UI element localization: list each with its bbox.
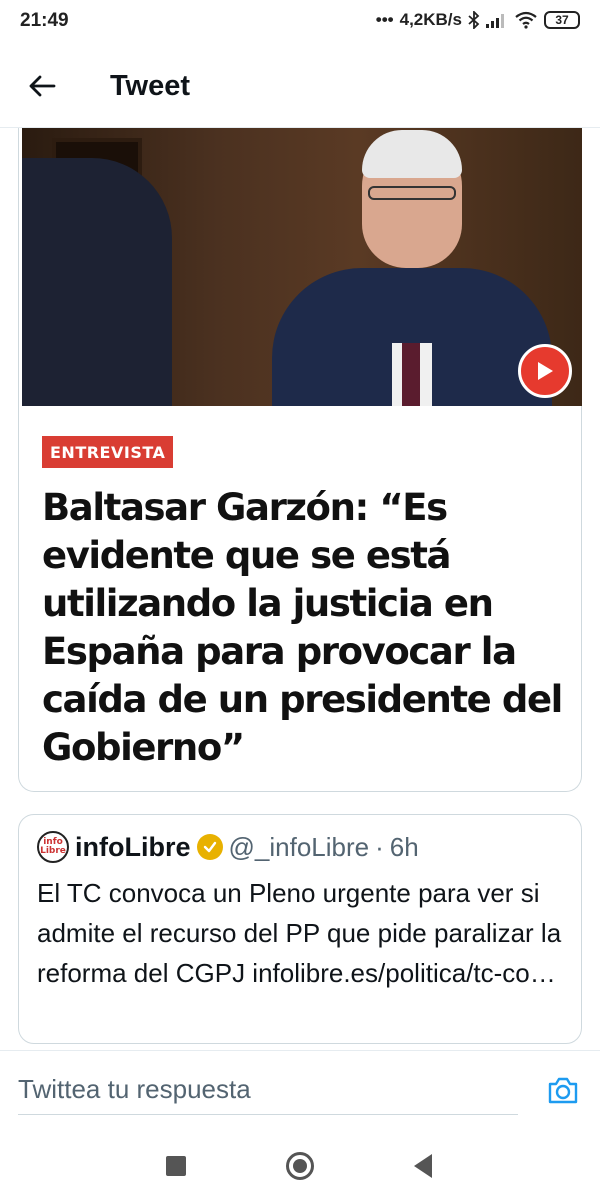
network-dots: ••• xyxy=(375,10,394,29)
play-icon xyxy=(538,362,553,380)
quoted-tweet-time: 6h xyxy=(389,831,419,862)
back-icon[interactable] xyxy=(414,1154,432,1178)
play-video-button[interactable] xyxy=(518,344,572,398)
battery-icon: 37 xyxy=(544,11,580,29)
recent-apps-icon[interactable] xyxy=(166,1156,186,1176)
top-app-bar: Tweet xyxy=(0,44,600,128)
quoted-tweet-text: El TC convoca un Pleno urgente para ver … xyxy=(37,878,562,988)
home-icon[interactable] xyxy=(286,1152,314,1180)
category-tag: ENTREVISTA xyxy=(42,436,174,468)
arrow-left-icon xyxy=(29,75,56,97)
article-photo xyxy=(22,128,582,406)
quoted-tweet[interactable]: info Libre infoLibre @_infoLibre · 6h El … xyxy=(18,814,582,1044)
bluetooth-icon xyxy=(468,11,480,29)
status-icons: ••• 4,2KB/s 37 xyxy=(376,10,580,30)
camera-icon[interactable] xyxy=(546,1073,580,1107)
reply-input[interactable] xyxy=(18,1065,518,1115)
article-headline: Baltasar Garzón: “Es evidente que se est… xyxy=(42,486,563,769)
separator-dot: · xyxy=(375,831,384,862)
verified-badge-icon xyxy=(196,834,223,860)
network-speed: 4,2KB/s xyxy=(399,10,462,29)
quoted-author-handle: @_infoLibre xyxy=(228,831,370,862)
status-bar: 21:49 ••• 4,2KB/s 37 xyxy=(0,0,600,44)
wifi-icon xyxy=(515,11,537,29)
back-button[interactable] xyxy=(22,66,62,106)
quoted-author-name: infoLibre xyxy=(75,831,191,862)
system-nav-bar xyxy=(0,1134,600,1200)
page-title: Tweet xyxy=(110,70,191,102)
signal-icon xyxy=(486,14,504,28)
avatar[interactable]: info Libre xyxy=(37,831,69,863)
status-time: 21:49 xyxy=(20,10,69,31)
reply-bar xyxy=(0,1050,600,1132)
quoted-tweet-header: info Libre infoLibre @_infoLibre · 6h xyxy=(37,831,419,863)
